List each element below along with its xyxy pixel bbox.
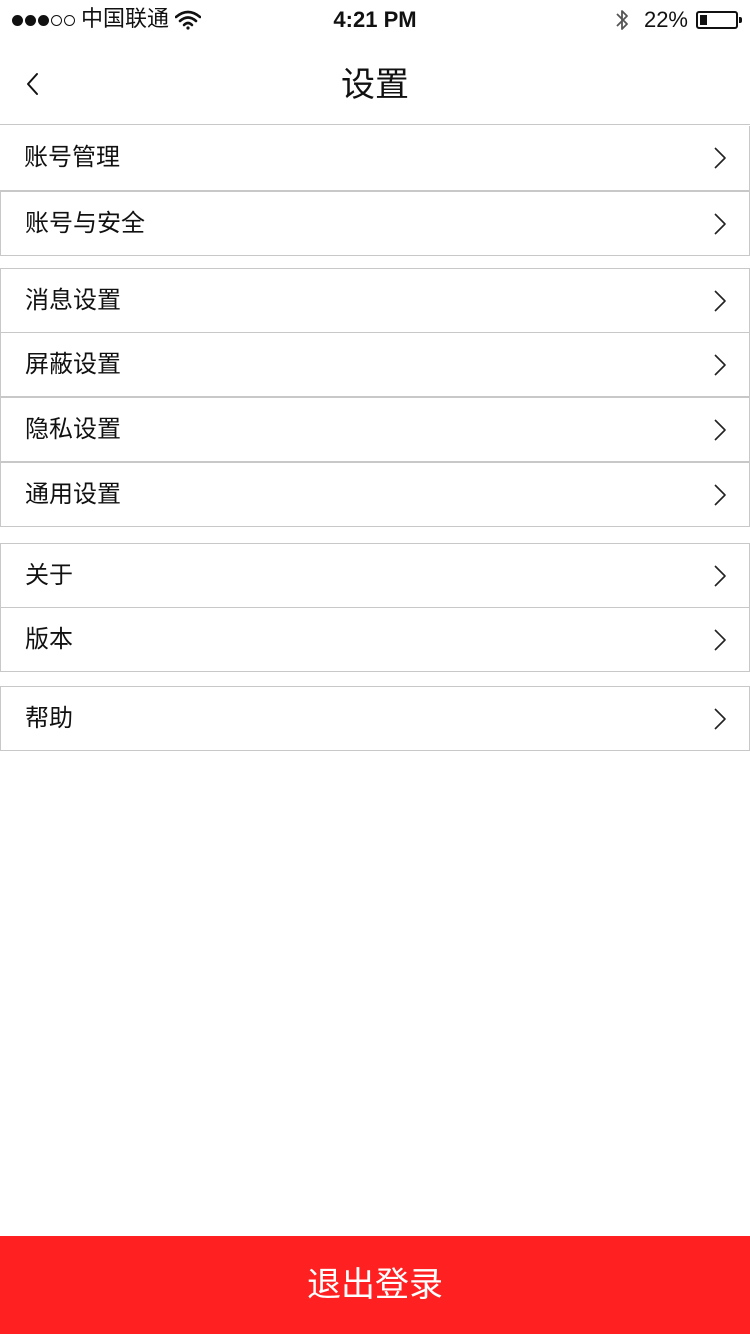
settings-item-help[interactable]: 帮助	[0, 686, 750, 751]
settings-item-about[interactable]: 关于	[0, 543, 750, 608]
settings-item-label: 帮助	[25, 704, 73, 732]
settings-item-privacy-settings[interactable]: 隐私设置	[0, 397, 750, 462]
logout-label: 退出登录	[307, 1265, 443, 1305]
navigation-bar: 设置	[0, 40, 750, 125]
settings-item-message-settings[interactable]: 消息设置	[0, 268, 750, 333]
settings-item-label: 账号管理	[24, 143, 120, 171]
settings-item-label: 消息设置	[25, 286, 121, 314]
battery-level-fill	[700, 15, 707, 25]
status-right: 22%	[614, 0, 742, 40]
chevron-right-icon	[714, 565, 726, 587]
settings-item-block-settings[interactable]: 屏蔽设置	[0, 332, 750, 397]
chevron-right-icon	[714, 629, 726, 651]
settings-item-general-settings[interactable]: 通用设置	[0, 462, 750, 527]
settings-item-label: 通用设置	[25, 480, 121, 508]
chevron-right-icon	[714, 419, 726, 441]
settings-item-label: 版本	[25, 625, 73, 653]
settings-item-label: 隐私设置	[25, 415, 121, 443]
bluetooth-icon	[616, 10, 628, 30]
settings-item-label: 账号与安全	[25, 209, 145, 237]
chevron-right-icon	[714, 484, 726, 506]
battery-tip	[739, 17, 742, 23]
chevron-right-icon	[714, 354, 726, 376]
settings-item-label: 关于	[25, 561, 73, 589]
settings-item-account-management[interactable]: 账号管理	[0, 126, 750, 191]
battery-icon	[696, 11, 742, 29]
chevron-right-icon	[714, 147, 726, 169]
page-title: 设置	[341, 65, 409, 105]
chevron-right-icon	[714, 708, 726, 730]
settings-item-account-security[interactable]: 账号与安全	[0, 191, 750, 256]
chevron-right-icon	[714, 290, 726, 312]
chevron-right-icon	[714, 213, 726, 235]
battery-percentage: 22%	[643, 7, 688, 32]
logout-button[interactable]: 退出登录	[0, 1236, 750, 1334]
settings-item-label: 屏蔽设置	[25, 350, 121, 378]
status-bar: 中国联通 4:21 PM 22%	[0, 0, 750, 40]
settings-item-version[interactable]: 版本	[0, 607, 750, 672]
